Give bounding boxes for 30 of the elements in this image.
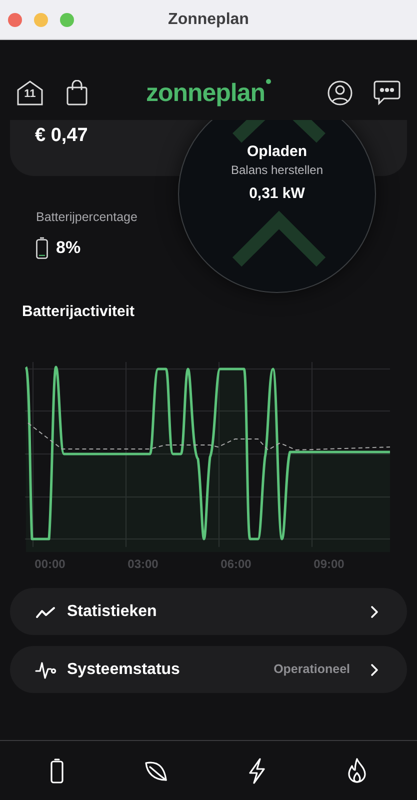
status-title: Opladen — [246, 142, 307, 162]
flame-icon[interactable] — [347, 758, 368, 784]
battery-label: Batterijpercentage — [36, 209, 138, 226]
lightning-icon[interactable] — [247, 758, 268, 784]
time-label: 09:00 — [312, 556, 346, 574]
menu-row[interactable]: Statistieken — [10, 588, 407, 636]
menu-label: Statistieken — [67, 602, 158, 622]
price-value: € 0,47 — [35, 125, 88, 146]
home-icon[interactable]: 11 — [16, 80, 44, 106]
status-value: Operationeel — [274, 661, 350, 678]
window-title: Zonneplan — [168, 10, 249, 30]
menu-label: Systeemstatus — [67, 660, 181, 680]
time-label: 00:00 — [34, 556, 66, 574]
chart-title: Batterijactiviteit — [22, 303, 135, 320]
leaf-icon[interactable] — [144, 760, 168, 782]
close-button[interactable] — [8, 12, 22, 26]
battery-icon[interactable] — [50, 758, 64, 784]
power-value: 0,31 kW — [249, 184, 305, 204]
time-label: 06:00 — [220, 556, 252, 574]
menu-row[interactable]: Systeemstatus Operationeel — [10, 646, 407, 694]
status-subtitle: Balans herstellen — [230, 162, 324, 178]
time-label: 03:00 — [126, 556, 160, 574]
logo: zonneplan — [146, 81, 272, 106]
pulse-icon — [35, 660, 57, 679]
battery-percentage: 8% — [56, 236, 81, 259]
shopping-bag-icon[interactable] — [66, 80, 88, 106]
profile-icon[interactable] — [327, 80, 353, 106]
battery-icon — [36, 236, 48, 258]
trend-line-icon — [35, 604, 57, 619]
chat-icon[interactable] — [373, 80, 401, 106]
